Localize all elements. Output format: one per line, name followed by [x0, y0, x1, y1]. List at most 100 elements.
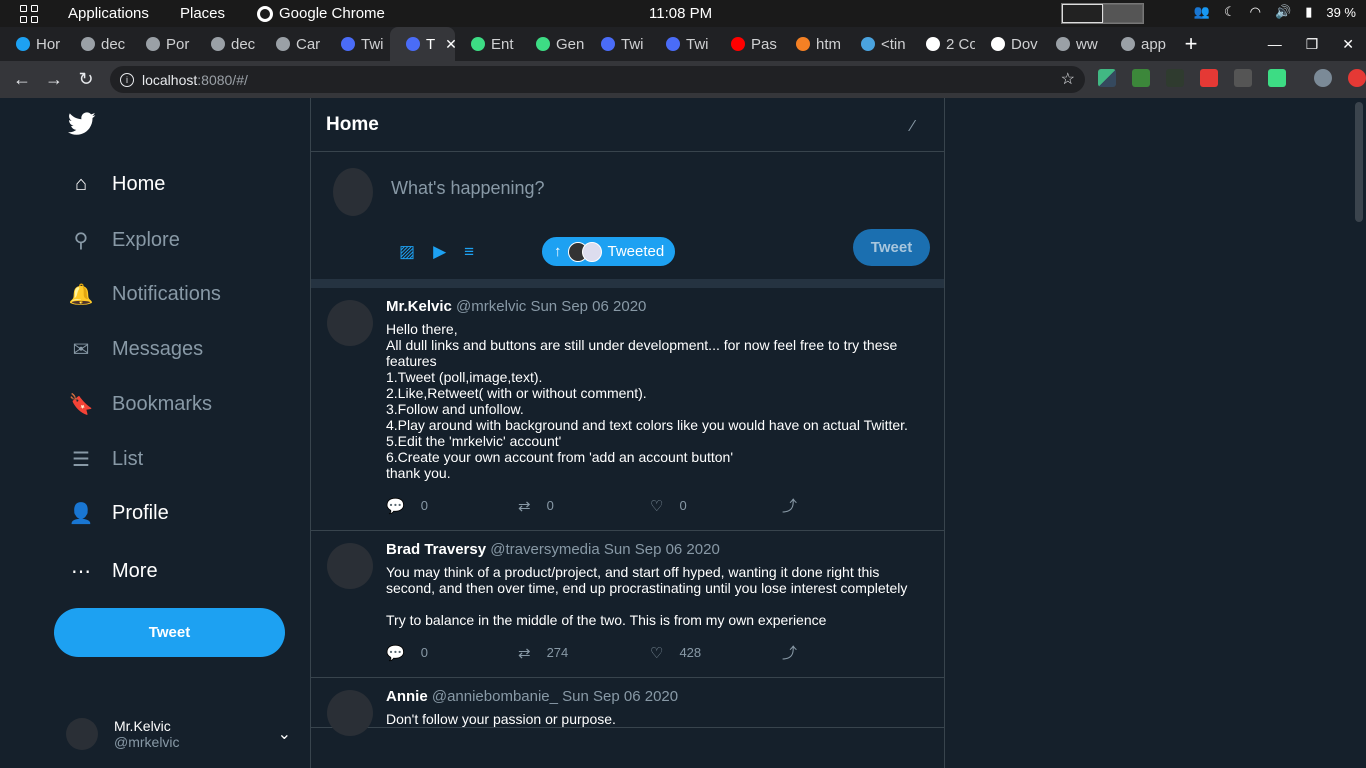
page-scrollbar[interactable]	[1352, 98, 1366, 768]
like-button[interactable]: ♡ 0	[650, 495, 782, 516]
clock[interactable]: 11:08 PM	[649, 5, 712, 22]
tweet-author-handle[interactable]: @anniebombanie_	[432, 688, 558, 705]
workspace-2[interactable]	[1102, 4, 1143, 23]
node-extension-icon[interactable]	[1132, 69, 1150, 87]
sidebar-item-notifications[interactable]: 🔔 Notifications	[68, 282, 221, 307]
maximize-icon[interactable]: ❐	[1306, 36, 1319, 53]
browser-tab[interactable]: Dov	[975, 27, 1040, 61]
green-extension-icon[interactable]	[1268, 69, 1286, 87]
tweet-avatar[interactable]	[327, 543, 373, 589]
browser-tab[interactable]: 2 Co	[910, 27, 975, 61]
applications-menu[interactable]: Applications	[68, 5, 149, 22]
sidebar-item-profile[interactable]: 👤 Profile	[68, 501, 169, 526]
close-window-icon[interactable]: ✕	[1342, 36, 1354, 53]
reload-icon[interactable]: ↻	[70, 69, 102, 90]
retweet-button[interactable]: ⇄ 274	[518, 642, 650, 663]
browser-tab[interactable]: Ent	[455, 27, 520, 61]
sidebar-tweet-button[interactable]: Tweet	[54, 608, 285, 657]
browser-tab[interactable]: Hor	[0, 27, 65, 61]
browser-tab[interactable]: ww	[1040, 27, 1105, 61]
tab-label: htm	[816, 35, 842, 53]
account-switcher[interactable]: Mr.Kelvic @mrkelvic ⌄	[66, 718, 291, 750]
browser-tab[interactable]: dec	[65, 27, 130, 61]
tab-label: <tin	[881, 35, 906, 53]
tweet-author-name[interactable]: Annie	[386, 688, 428, 705]
tab-favicon-icon	[861, 37, 875, 51]
image-icon[interactable]: ▨	[399, 242, 415, 262]
sidebar-item-more[interactable]: ⋯ More	[68, 559, 158, 584]
browser-tab[interactable]: htm	[780, 27, 845, 61]
minimize-icon[interactable]: —	[1268, 36, 1282, 52]
tweet-avatar[interactable]	[327, 300, 373, 346]
system-tray[interactable]: 👥 ☾ ◠ 🔊 ▮ 39 %	[1194, 4, 1356, 20]
text-align-icon[interactable]: ≡	[464, 242, 474, 262]
tweet-avatar[interactable]	[327, 690, 373, 736]
browser-tab[interactable]: dec	[195, 27, 260, 61]
tweet-author-name[interactable]: Brad Traversy	[386, 541, 486, 558]
places-menu[interactable]: Places	[180, 5, 225, 22]
tweet-author-name[interactable]: Mr.Kelvic	[386, 298, 452, 315]
tweeted-toast[interactable]: ↑ Tweeted	[541, 236, 676, 267]
sidebar-item-messages[interactable]: ✉ Messages	[68, 337, 204, 362]
main-timeline: Home ⁄ What's happening? ▨ ▶ ≡ Tweet ↑ T…	[310, 98, 945, 768]
browser-tab[interactable]: Por	[130, 27, 195, 61]
browser-tab-strip: Hor dec Por dec Car Twi T ✕ Ent Gen Twi Twi Pas htm <t…	[0, 27, 1366, 61]
browser-tab[interactable]: Car	[260, 27, 325, 61]
comment-icon: 💬	[386, 497, 405, 515]
tweet[interactable]: Brad Traversy @traversymedia Sun Sep 06 …	[311, 531, 944, 678]
update-icon[interactable]	[1348, 69, 1366, 87]
tweet[interactable]: Annie @anniebombanie_ Sun Sep 06 2020 Don…	[311, 678, 944, 736]
tab-label: Twi	[361, 35, 384, 53]
tab-favicon-icon	[471, 37, 485, 51]
cube-extension-icon[interactable]	[1234, 69, 1252, 87]
browser-tab[interactable]: Twi	[325, 27, 390, 61]
bookmark-star-icon[interactable]: ☆	[1061, 69, 1075, 89]
site-info-icon[interactable]: i	[120, 72, 134, 87]
tweet[interactable]: Mr.Kelvic @mrkelvic Sun Sep 06 2020 Hello…	[311, 288, 944, 531]
compose-input[interactable]: What's happening?	[391, 178, 545, 199]
forward-icon[interactable]: →	[38, 69, 70, 90]
browser-tab[interactable]: Pas	[715, 27, 780, 61]
retweet-button[interactable]: ⇄ 0	[518, 495, 650, 516]
tweet-author-handle[interactable]: @mrkelvic	[456, 298, 526, 315]
share-button[interactable]: ⤴	[782, 642, 914, 663]
magic-wand-icon[interactable]: ⁄	[911, 118, 914, 136]
comment-icon: 💬	[386, 644, 405, 662]
reply-button[interactable]: 💬 0	[386, 642, 518, 663]
active-app-menu[interactable]: Google Chrome	[257, 5, 385, 22]
close-tab-icon[interactable]: ✕	[445, 36, 455, 53]
browser-tab[interactable]: app	[1105, 27, 1170, 61]
twitter-bird-icon[interactable]	[67, 112, 96, 143]
workspace-1[interactable]	[1062, 4, 1103, 23]
browser-tab[interactable]: Gen	[520, 27, 585, 61]
vue-devtools-icon[interactable]	[1098, 69, 1116, 87]
browser-tab[interactable]: Twi	[650, 27, 715, 61]
workspace-switcher[interactable]	[1061, 3, 1144, 24]
like-button[interactable]: ♡ 428	[650, 642, 782, 663]
browser-tab[interactable]: T ✕	[390, 27, 455, 61]
sidebar-item-list[interactable]: ☰ List	[68, 447, 143, 472]
video-icon[interactable]: ▶	[433, 242, 446, 262]
sidebar-item-explore[interactable]: ⚲ Explore	[68, 228, 180, 253]
compose-tweet-button[interactable]: Tweet	[853, 229, 930, 266]
page-title: Home	[326, 114, 379, 135]
tab-favicon-icon	[16, 37, 30, 51]
chevron-down-icon[interactable]: ⌄	[278, 724, 291, 744]
tweet-author-handle[interactable]: @traversymedia	[490, 541, 599, 558]
scrollbar-thumb[interactable]	[1355, 102, 1363, 222]
profile-avatar-icon[interactable]	[1314, 69, 1332, 87]
reply-button[interactable]: 💬 0	[386, 495, 518, 516]
bw-extension-icon[interactable]	[1166, 69, 1184, 87]
browser-tab[interactable]: <tin	[845, 27, 910, 61]
new-tab-icon[interactable]: +	[1174, 31, 1208, 57]
heart-icon: ♡	[650, 644, 664, 662]
translate-extension-icon[interactable]	[1200, 69, 1218, 87]
sidebar-item-bookmarks[interactable]: 🔖 Bookmarks	[68, 392, 212, 417]
browser-tab[interactable]: Twi	[585, 27, 650, 61]
back-icon[interactable]: ←	[6, 69, 38, 90]
apps-grid-icon[interactable]	[20, 5, 38, 23]
share-button[interactable]: ⤴	[782, 495, 914, 516]
address-bar[interactable]: i localhost:8080/#/ ☆	[110, 66, 1085, 93]
tweet-actions: 💬 0 ⇄ 0 ♡ 0 ⤴	[386, 495, 914, 516]
sidebar-item-home[interactable]: ⌂ Home	[68, 173, 165, 196]
